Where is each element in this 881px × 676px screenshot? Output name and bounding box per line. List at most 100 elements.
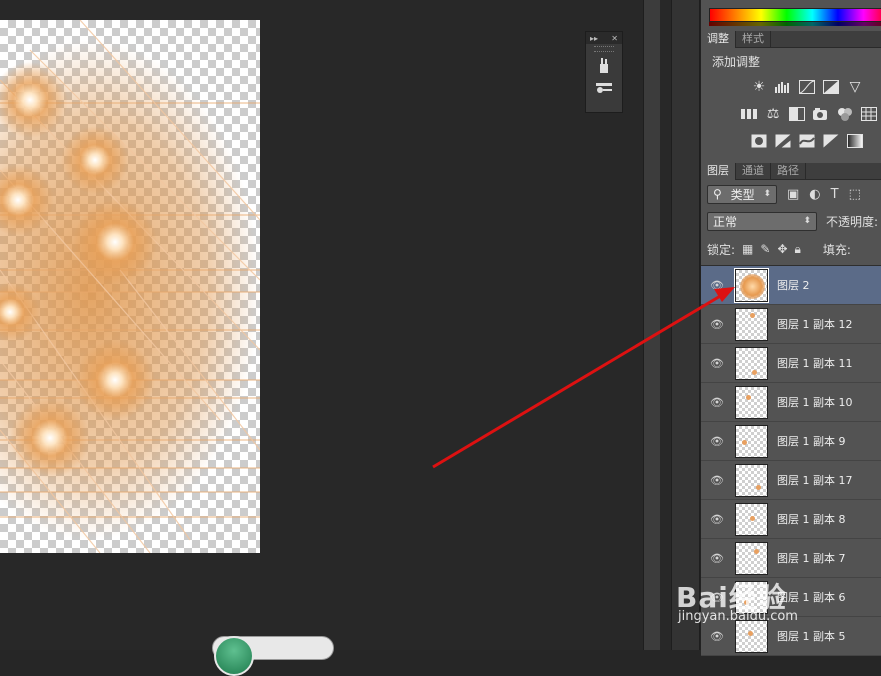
visibility-eye-icon[interactable]: 👁︎ <box>701 630 733 643</box>
collapsed-dock-bar <box>671 0 700 650</box>
layer-thumbnail <box>735 541 768 575</box>
photo-filter-icon[interactable] <box>810 105 832 123</box>
layer-row[interactable]: 👁︎ 图层 1 副本 8 <box>701 500 881 539</box>
layer-filter-dropdown[interactable]: ⚲ 类型 ⬍ <box>707 184 777 204</box>
layer-name: 图层 1 副本 12 <box>777 318 853 331</box>
layer-thumbnail <box>735 424 768 458</box>
layer-thumbnail <box>735 307 768 341</box>
exposure-icon[interactable] <box>820 78 842 96</box>
layer-row[interactable]: 👁︎ 图层 1 副本 10 <box>701 383 881 422</box>
lock-label: 锁定: <box>707 242 736 257</box>
fill-label: 填充: <box>822 242 851 257</box>
lock-image-brush-icon[interactable]: ✎ <box>760 242 770 256</box>
floating-tool-panel[interactable]: ▸▸ ✕ <box>585 31 623 113</box>
adjustments-tabbar: 调整 样式 <box>701 31 881 48</box>
visibility-eye-icon[interactable]: 👁︎ <box>701 552 733 565</box>
visibility-eye-icon[interactable]: 👁︎ <box>701 474 733 487</box>
lock-transparent-icon[interactable]: ▦ <box>742 242 753 256</box>
selective-color-icon[interactable] <box>820 132 842 150</box>
adjustments-row-1: ☀ ▽ <box>748 78 868 96</box>
blend-mode-value: 正常 <box>713 214 738 229</box>
floating-circle-button[interactable] <box>214 636 254 676</box>
layer-thumbnail <box>735 502 768 536</box>
tab-layers[interactable]: 图层 <box>701 163 736 180</box>
levels-icon[interactable] <box>772 78 794 96</box>
panel-dock-divider <box>643 0 660 650</box>
search-icon: ⚲ <box>713 187 722 201</box>
tab-paths[interactable]: 路径 <box>771 163 806 180</box>
layer-name: 图层 1 副本 11 <box>777 357 853 370</box>
collapse-icon[interactable]: ▸▸ <box>590 34 598 43</box>
pixel-filter-icon[interactable]: ▣ <box>787 187 799 202</box>
clone-source-icon[interactable] <box>593 78 615 96</box>
layer-thumbnail <box>735 385 768 419</box>
color-spectrum-dark[interactable] <box>709 22 881 26</box>
visibility-eye-icon[interactable]: 👁︎ <box>701 318 733 331</box>
layer-thumbnail <box>735 463 768 497</box>
light-effect-artwork <box>0 20 260 553</box>
type-filter-icon[interactable]: T <box>831 187 839 202</box>
layer-name: 图层 1 副本 9 <box>777 435 846 448</box>
brush-preset-icon[interactable] <box>593 56 615 74</box>
tab-channels[interactable]: 通道 <box>736 163 771 180</box>
document-canvas-area[interactable]: ▸▸ ✕ <box>0 0 660 650</box>
vibrance-icon[interactable]: ▽ <box>844 78 866 96</box>
layer-name: 图层 1 副本 5 <box>777 630 846 643</box>
tab-adjustments[interactable]: 调整 <box>701 31 736 48</box>
layer-name: 图层 1 副本 6 <box>777 591 846 604</box>
threshold-icon[interactable] <box>796 132 818 150</box>
layer-name: 图层 1 副本 8 <box>777 513 846 526</box>
invert-icon[interactable] <box>748 132 770 150</box>
layer-thumbnail <box>735 619 768 653</box>
layer-name: 图层 2 <box>777 279 810 292</box>
panel-grip[interactable] <box>594 46 614 52</box>
layers-tabbar: 图层 通道 路径 <box>701 163 881 180</box>
layer-row[interactable]: 👁︎ 图层 1 副本 17 <box>701 461 881 500</box>
updown-arrow-icon: ⬍ <box>803 216 811 226</box>
adjustments-title: 添加调整 <box>712 55 761 69</box>
visibility-eye-icon[interactable]: 👁︎ <box>701 279 733 292</box>
adjustment-filter-icon[interactable]: ◐ <box>809 187 820 202</box>
watermark-url: jingyan.baidu.com <box>678 609 798 624</box>
layer-row[interactable]: 👁︎ 图层 1 副本 9 <box>701 422 881 461</box>
lock-position-icon[interactable]: ✥ <box>777 242 787 256</box>
layer-name: 图层 1 副本 17 <box>777 474 853 487</box>
layer-row[interactable]: 👁︎ 图层 1 副本 7 <box>701 539 881 578</box>
hue-saturation-icon[interactable] <box>738 105 760 123</box>
layer-row[interactable]: 👁︎ 图层 2 <box>701 266 881 305</box>
opacity-label: 不透明度: <box>826 214 879 229</box>
posterize-icon[interactable] <box>772 132 794 150</box>
gradient-map-icon[interactable] <box>844 132 866 150</box>
right-panel-dock: 调整 样式 添加调整 ☀ ▽ ⚖ 图层 通道 路径 ⚲ 类型 ⬍ ▣ ◐ T ⬚… <box>700 0 881 656</box>
adjustments-row-2: ⚖ <box>738 105 881 123</box>
layer-filter-value: 类型 <box>730 187 755 202</box>
color-lookup-icon[interactable] <box>858 105 880 123</box>
layer-filter-row: ⚲ 类型 ⬍ ▣ ◐ T ⬚ <box>707 184 881 204</box>
blend-row: 正常 ⬍ 不透明度: <box>707 211 881 231</box>
visibility-eye-icon[interactable]: 👁︎ <box>701 357 733 370</box>
layer-name: 图层 1 副本 10 <box>777 396 853 409</box>
brightness-contrast-icon[interactable]: ☀ <box>748 78 770 96</box>
visibility-eye-icon[interactable]: 👁︎ <box>701 396 733 409</box>
floating-panel-header[interactable]: ▸▸ ✕ <box>586 32 622 44</box>
layer-thumbnail <box>735 346 768 380</box>
visibility-eye-icon[interactable]: 👁︎ <box>701 513 733 526</box>
close-icon[interactable]: ✕ <box>611 34 618 43</box>
color-spectrum-ramp[interactable] <box>709 8 881 22</box>
tab-styles[interactable]: 样式 <box>736 31 771 48</box>
layer-row[interactable]: 👁︎ 图层 1 副本 11 <box>701 344 881 383</box>
black-white-icon[interactable] <box>786 105 808 123</box>
color-balance-icon[interactable]: ⚖ <box>762 105 784 123</box>
updown-arrow-icon: ⬍ <box>763 189 771 199</box>
blend-mode-dropdown[interactable]: 正常 ⬍ <box>707 211 817 231</box>
shape-filter-icon[interactable]: ⬚ <box>849 187 861 202</box>
document-canvas[interactable] <box>0 20 260 553</box>
layer-name: 图层 1 副本 7 <box>777 552 846 565</box>
lock-all-icon[interactable]: 🔒︎ <box>795 242 801 257</box>
layer-thumbnail <box>734 267 769 303</box>
lock-row: 锁定: ▦ ✎ ✥ 🔒︎ 填充: <box>707 240 881 258</box>
layer-row[interactable]: 👁︎ 图层 1 副本 12 <box>701 305 881 344</box>
visibility-eye-icon[interactable]: 👁︎ <box>701 435 733 448</box>
channel-mixer-icon[interactable] <box>834 105 856 123</box>
curves-icon[interactable] <box>796 78 818 96</box>
